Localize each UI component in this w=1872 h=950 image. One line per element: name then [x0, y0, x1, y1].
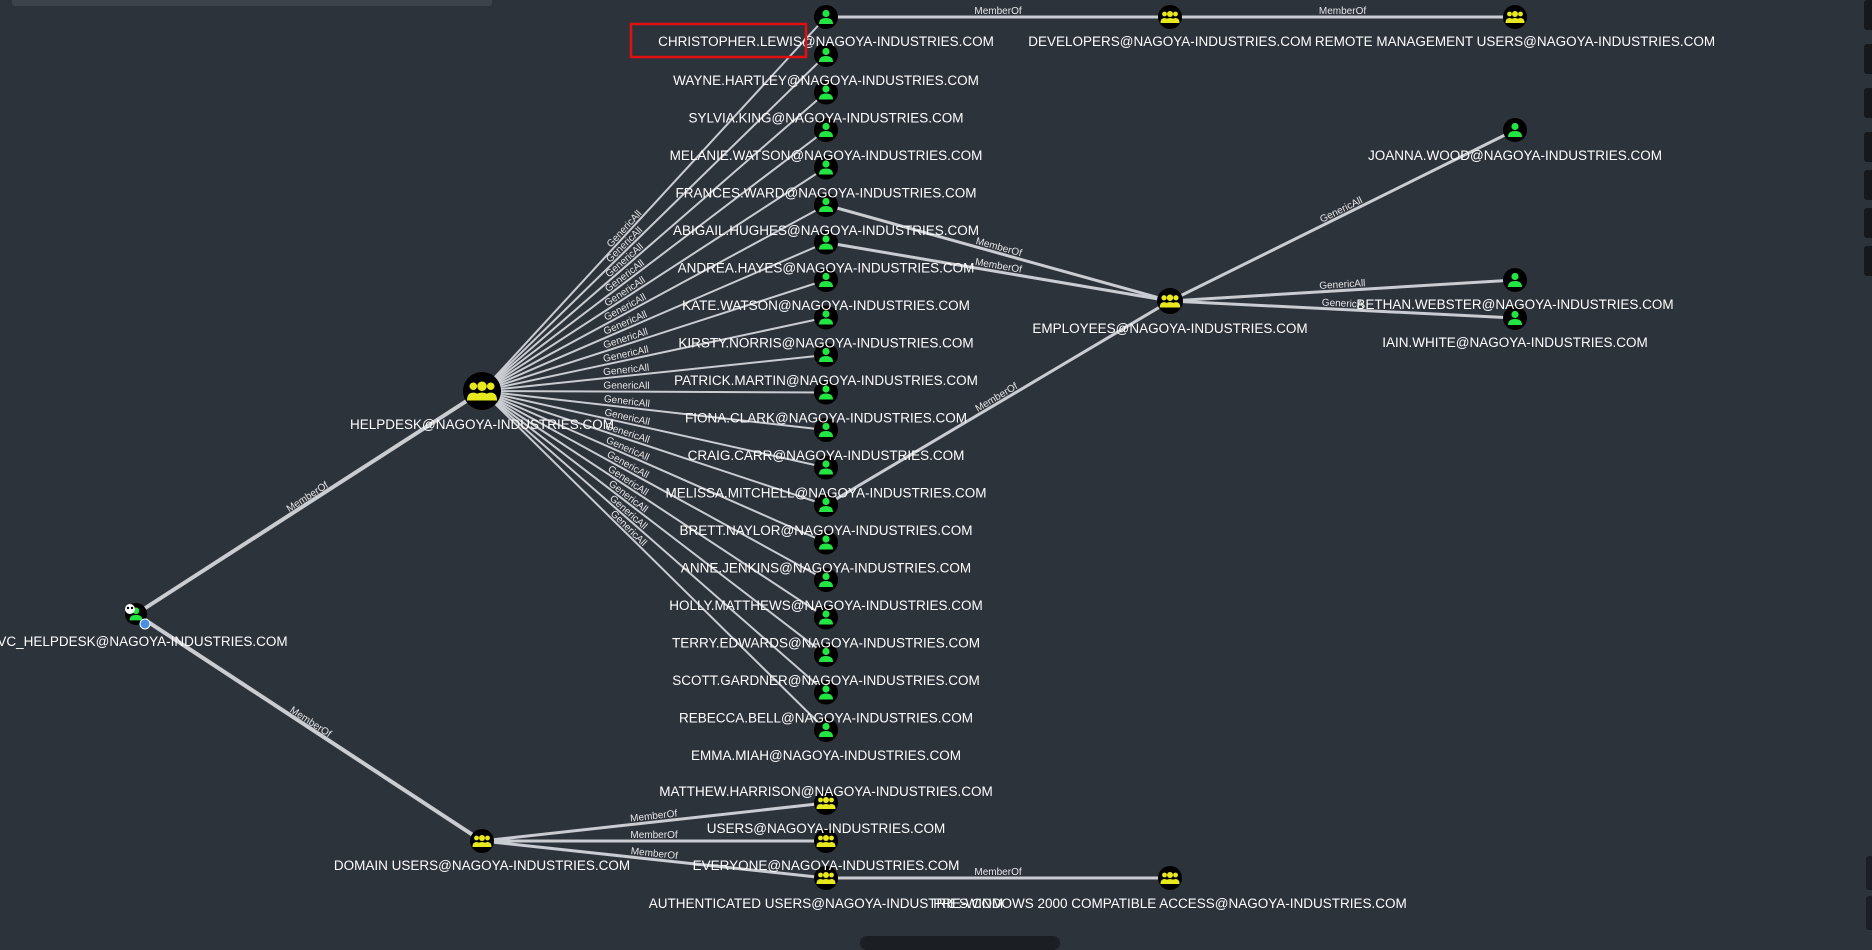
node-label-wayne-hartley: WAYNE.HARTLEY@NAGOYA-INDUSTRIES.COM [673, 73, 979, 88]
edge-label-svc_helpdesk-helpdesk: MemberOf [285, 480, 331, 515]
node-label-helpdesk: HELPDESK@NAGOYA-INDUSTRIES.COM [350, 417, 614, 432]
edge-label-helpdesk-patrick_martin: GenericAll [603, 363, 650, 379]
node-label-terry-edwards: TERRY.EDWARDS@NAGOYA-INDUSTRIES.COM [672, 636, 980, 651]
node-label-domain-users: DOMAIN USERS@NAGOYA-INDUSTRIES.COM [334, 858, 630, 873]
node-label-craig-carr: CRAIG.CARR@NAGOYA-INDUSTRIES.COM [688, 448, 965, 463]
node-label-brett-naylor: BRETT.NAYLOR@NAGOYA-INDUSTRIES.COM [680, 523, 973, 538]
user-node-bethan-webster[interactable] [1503, 268, 1527, 292]
edge-label-developers-remote_management_users: MemberOf [1319, 6, 1366, 17]
node-label-everyone: EVERYONE@NAGOYA-INDUSTRIES.COM [693, 858, 960, 873]
edge-label-employees-joanna_wood: GenericAll [1318, 195, 1364, 225]
edge-label-brett_naylor-employees: MemberOf [974, 381, 1020, 415]
node-label-kirsty-norris: KIRSTY.NORRIS@NAGOYA-INDUSTRIES.COM [678, 336, 973, 351]
edge-label-abigail_hughes-employees: MemberOf [974, 236, 1023, 259]
edge-label-svc_helpdesk-domain_users: MemberOf [288, 705, 334, 740]
edge-label-christopher_lewis-developers: MemberOf [974, 6, 1021, 17]
skull-icon [125, 604, 135, 614]
user-node-joanna-wood[interactable] [1503, 118, 1527, 142]
edge-label-helpdesk-fiona_clark: GenericAll [603, 381, 649, 392]
node-label-users: USERS@NAGOYA-INDUSTRIES.COM [707, 821, 945, 836]
node-label-svc-helpdesk: SVC_HELPDESK@NAGOYA-INDUSTRIES.COM [0, 634, 288, 649]
node-label-frances-ward: FRANCES.WARD@NAGOYA-INDUSTRIES.COM [676, 186, 977, 201]
high-value-badge-icon [139, 618, 151, 630]
node-label-fiona-clark: FIONA.CLARK@NAGOYA-INDUSTRIES.COM [685, 411, 967, 426]
node-label-bethan-webster: BETHAN.WEBSTER@NAGOYA-INDUSTRIES.COM [1356, 297, 1673, 312]
graph-node-labels: CHRISTOPHER.LEWIS@NAGOYA-INDUSTRIES.COM W… [0, 34, 1715, 911]
node-label-patrick-martin: PATRICK.MARTIN@NAGOYA-INDUSTRIES.COM [674, 373, 978, 388]
group-node-employees[interactable] [1157, 288, 1183, 314]
node-label-andrea-hayes: ANDREA.HAYES@NAGOYA-INDUSTRIES.COM [678, 261, 975, 276]
node-label-remote-management-users: REMOTE MANAGEMENT USERS@NAGOYA-INDUSTRIE… [1315, 34, 1715, 49]
node-label-matthew-harrison: MATTHEW.HARRISON@NAGOYA-INDUSTRIES.COM [659, 784, 992, 799]
group-node-pre-windows-2000[interactable] [1158, 866, 1182, 890]
node-label-iain-white: IAIN.WHITE@NAGOYA-INDUSTRIES.COM [1382, 335, 1647, 350]
node-label-christopher-lewis: CHRISTOPHER.LEWIS@NAGOYA-INDUSTRIES.COM [658, 34, 994, 49]
node-label-joanna-wood: JOANNA.WOOD@NAGOYA-INDUSTRIES.COM [1368, 148, 1662, 163]
node-label-scott-gardner: SCOTT.GARDNER@NAGOYA-INDUSTRIES.COM [672, 673, 979, 688]
node-label-holly-matthews: HOLLY.MATTHEWS@NAGOYA-INDUSTRIES.COM [669, 598, 983, 613]
edge-helpdesk-fiona_clark[interactable] [481, 390, 827, 394]
node-label-employees: EMPLOYEES@NAGOYA-INDUSTRIES.COM [1032, 321, 1307, 336]
node-label-abigail-hughes: ABIGAIL.HUGHES@NAGOYA-INDUSTRIES.COM [673, 223, 979, 238]
edge-helpdesk-frances_ward[interactable] [481, 166, 827, 392]
node-label-sylvia-king: SYLVIA.KING@NAGOYA-INDUSTRIES.COM [689, 111, 964, 126]
node-label-emma-miah: EMMA.MIAH@NAGOYA-INDUSTRIES.COM [691, 748, 961, 763]
node-label-melanie-watson: MELANIE.WATSON@NAGOYA-INDUSTRIES.COM [670, 148, 983, 163]
node-label-pre-windows-2000: PRE-WINDOWS 2000 COMPATIBLE ACCESS@NAGOY… [933, 896, 1407, 911]
attack-path-graph[interactable]: MemberOf MemberOf GenericAll GenericAll Gene… [0, 0, 1872, 943]
edge-label-everyone-pre_windows_2000: MemberOf [974, 867, 1021, 878]
group-node-helpdesk[interactable] [463, 372, 501, 410]
node-label-developers: DEVELOPERS@NAGOYA-INDUSTRIES.COM [1028, 34, 1312, 49]
edge-label-domain_users-users: MemberOf [630, 830, 677, 841]
user-node-christopher-lewis[interactable] [814, 5, 838, 29]
group-node-domain-users[interactable] [470, 829, 494, 853]
node-label-rebecca-bell: REBECCA.BELL@NAGOYA-INDUSTRIES.COM [679, 711, 973, 726]
node-label-anne-jenkins: ANNE.JENKINS@NAGOYA-INDUSTRIES.COM [681, 561, 971, 576]
node-label-kate-watson: KATE.WATSON@NAGOYA-INDUSTRIES.COM [682, 298, 970, 313]
node-label-melissa-mitchell: MELISSA.MITCHELL@NAGOYA-INDUSTRIES.COM [665, 486, 986, 501]
group-node-developers[interactable] [1158, 5, 1182, 29]
group-node-remote-management-users[interactable] [1503, 5, 1527, 29]
